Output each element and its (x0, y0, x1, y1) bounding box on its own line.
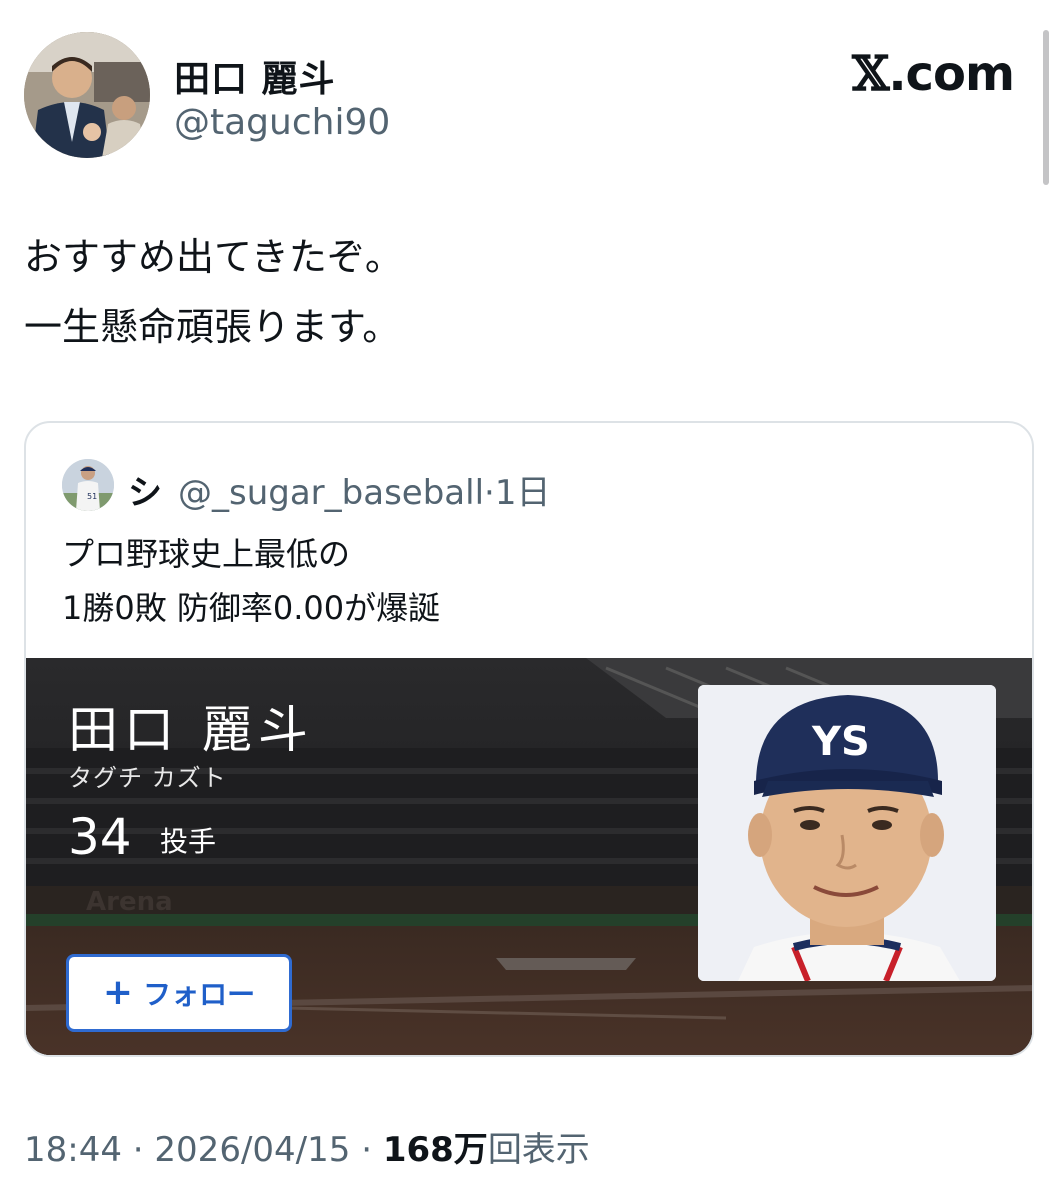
profile-photo-icon (24, 32, 150, 158)
scrollbar[interactable] (1043, 30, 1049, 185)
pitcher-photo-icon: 51 (62, 459, 114, 511)
player-position: 投手 (160, 825, 217, 858)
player-name: 田口 麗斗 (68, 701, 314, 759)
quote-separator: · (484, 473, 495, 513)
tweet-footer: 18:44 · 2026/04/15 · 168万回表示 (24, 1122, 590, 1171)
quote-line: 1勝0敗 防御率0.00が爆誕 (62, 589, 441, 627)
svg-text:51: 51 (87, 492, 97, 501)
footer-separator: · (121, 1130, 155, 1170)
x-logo-icon: 𝕏 (852, 46, 889, 102)
player-photo: YS (698, 685, 996, 981)
cap-logo: YS (811, 719, 870, 765)
view-label: 回表示 (487, 1130, 590, 1170)
brand-label: .com (888, 46, 1015, 102)
quote-author-name[interactable]: シ (128, 465, 162, 514)
quote-tweet-card[interactable]: 51 シ @_sugar_baseball·1日 プロ野球史上最低の 1勝0敗 … (24, 421, 1034, 1057)
player-kana: タグチ カズト (68, 764, 227, 792)
tweet-time[interactable]: 18:44 (24, 1130, 122, 1170)
author-handle[interactable]: @taguchi90 (174, 102, 390, 143)
quote-line: プロ野球史上最低の (62, 535, 351, 573)
author-avatar[interactable] (24, 32, 150, 158)
quote-media-image[interactable]: Arena 田口 麗斗 タグチ カズト 34 投手 + フォロー YS (26, 658, 1032, 1055)
tweet-date[interactable]: 2026/04/15 (154, 1130, 350, 1170)
player-portrait-icon: YS (698, 685, 996, 981)
quote-text: プロ野球史上最低の 1勝0敗 防御率0.00が爆誕 (62, 527, 440, 635)
view-count: 168万 (382, 1130, 488, 1170)
quote-time[interactable]: 1日 (495, 473, 551, 513)
quote-avatar[interactable]: 51 (62, 459, 114, 511)
brand-logo: 𝕏.com (852, 46, 1015, 102)
follow-label: フォロー (143, 978, 256, 1011)
author-name[interactable]: 田口 麗斗 (174, 50, 336, 102)
quote-meta: @_sugar_baseball·1日 (178, 465, 550, 514)
follow-button[interactable]: + フォロー (66, 954, 292, 1032)
tweet-line: 一生懸命頑張ります。 (24, 305, 401, 349)
tweet-header: 田口 麗斗 @taguchi90 𝕏.com (24, 32, 1015, 162)
tweet-text: おすすめ出てきたぞ。 一生懸命頑張ります。 (24, 222, 403, 362)
quote-author-handle[interactable]: @_sugar_baseball (178, 473, 484, 513)
plus-icon: + (102, 972, 134, 1013)
tweet-line: おすすめ出てきたぞ。 (24, 235, 403, 279)
svg-text:Arena: Arena (86, 887, 173, 917)
footer-separator: · (350, 1130, 383, 1170)
quote-header: 51 シ @_sugar_baseball·1日 (62, 459, 962, 513)
player-number: 34 (68, 808, 132, 866)
